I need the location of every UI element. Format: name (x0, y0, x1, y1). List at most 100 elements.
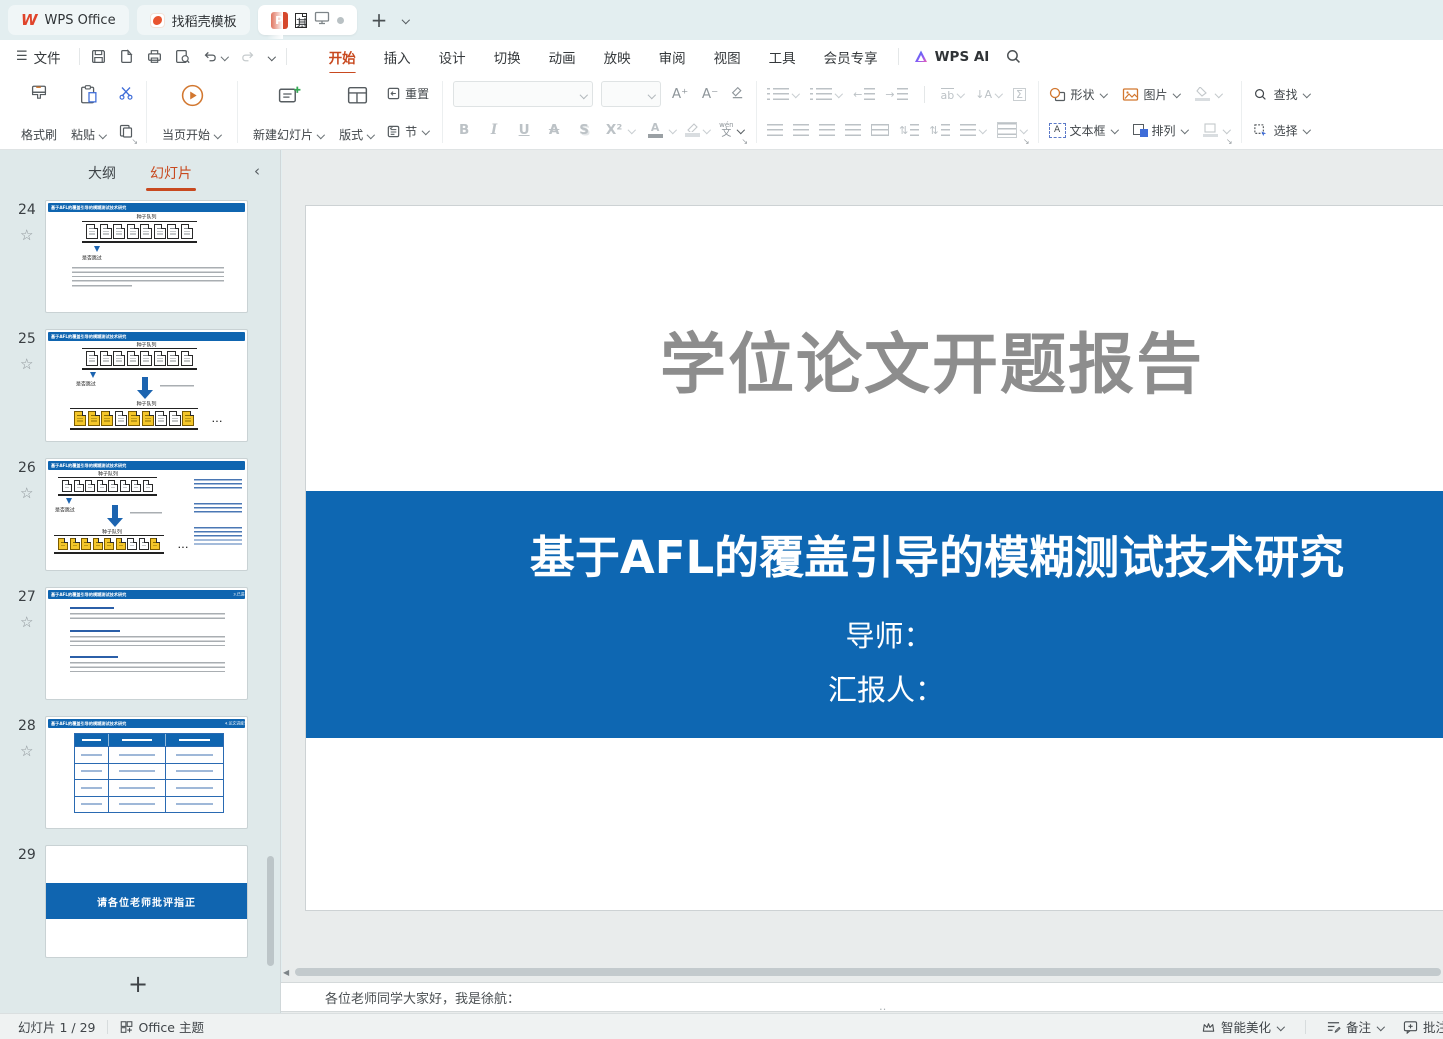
new-slide-button[interactable]: 新建幻灯片 (248, 78, 330, 146)
increase-indent-button[interactable]: → (885, 88, 907, 100)
notes-resize-handle[interactable]: ‥ (879, 1000, 886, 1013)
menu-insert[interactable]: 插入 (383, 39, 412, 75)
menu-tools[interactable]: 工具 (768, 39, 797, 75)
superscript-button[interactable]: X² (603, 122, 636, 138)
menu-home[interactable]: 开始 (328, 39, 357, 75)
tab-current-document[interactable]: P 基于AFL的覆盖引导模糊测试优 (258, 5, 357, 35)
tab-slides[interactable]: 幻灯片 (148, 158, 194, 188)
menu-animation[interactable]: 动画 (548, 39, 577, 75)
grow-font-button[interactable]: A⁺ (669, 86, 691, 102)
slide-thumbnail-28[interactable]: 基于AFL的覆盖引导的模糊测试技术研究4.论文进度安排 (45, 716, 248, 829)
insert-symbol-button[interactable]: Σ (1013, 88, 1026, 101)
format-painter-button[interactable]: 格式刷 (16, 78, 62, 146)
export-pdf-button[interactable] (118, 48, 135, 65)
layout-button[interactable]: 版式 (334, 78, 380, 146)
print-preview-button[interactable] (174, 48, 191, 65)
text-shadow-button[interactable]: S (573, 122, 595, 138)
clipboard-dialog-launcher[interactable]: ↘ (131, 138, 138, 146)
presenter-textbox[interactable]: 汇报人： (306, 667, 1443, 709)
shape-fill-button[interactable] (1195, 83, 1223, 105)
section-button[interactable]: 节 (386, 120, 430, 142)
align-center-button[interactable] (793, 124, 809, 136)
comments-button[interactable]: 批注 (1403, 1017, 1443, 1036)
scroll-left-arrow-icon[interactable]: ◀ (283, 968, 289, 977)
drawing-dialog-launcher[interactable]: ↘ (1226, 138, 1233, 146)
select-button[interactable]: 选择 (1252, 119, 1311, 141)
tab-wps-home[interactable]: W WPS Office (8, 5, 129, 35)
horizontal-scrollbar-thumb[interactable] (295, 968, 1441, 976)
slide-thumbnail-24[interactable]: 基于AFL的覆盖引导的模糊测试技术研究2.研究内容、目标、创新点 种子队列 是否… (45, 200, 248, 313)
phonetic-guide-button[interactable]: wén文 (719, 122, 744, 139)
present-monitor-icon[interactable] (314, 11, 330, 29)
tab-docer-templates[interactable]: 找稻壳模板 (137, 5, 250, 35)
shrink-font-button[interactable]: A⁻ (699, 86, 721, 102)
redo-button[interactable] (240, 49, 256, 64)
undo-button[interactable] (202, 49, 229, 64)
font-size-select[interactable] (601, 81, 661, 107)
justify-button[interactable] (845, 124, 861, 136)
reset-button[interactable]: 重置 (386, 82, 430, 104)
font-color-button[interactable]: A (644, 122, 677, 138)
slide-thumbnail-25[interactable]: 基于AFL的覆盖引导的模糊测试技术研究2.研究内容、目标、创新点 种子队列 是否… (45, 329, 248, 442)
slide-thumbnail-29[interactable]: 请各位老师批评指正 (45, 845, 248, 958)
collapse-panel-button[interactable]: ‹ (254, 162, 260, 180)
align-left-button[interactable] (767, 124, 783, 136)
search-button[interactable] (1005, 48, 1022, 65)
file-menu-button[interactable]: ☰ 文件 (0, 47, 73, 67)
shapes-button[interactable]: 形状 (1049, 83, 1108, 105)
distribute-button[interactable] (871, 124, 889, 136)
menu-slideshow[interactable]: 放映 (603, 39, 632, 75)
bullet-list-button[interactable] (767, 88, 800, 100)
vertical-text-button[interactable]: ↓A (975, 89, 1003, 100)
slide-blue-band[interactable]: 基于AFL的覆盖引导的模糊测试技术研究 导师： 汇报人： (306, 491, 1443, 738)
strikethrough-button[interactable]: A (543, 122, 565, 138)
clear-format-button[interactable] (729, 85, 746, 104)
qat-customize-chevron-icon[interactable] (267, 52, 276, 61)
slide-thumbnail-27[interactable]: 基于AFL的覆盖引导的模糊测试技术研究3.已进行的研究工作 (45, 587, 248, 700)
decrease-indent-button[interactable]: ← (853, 88, 875, 100)
slide-thumbnail-26[interactable]: 基于AFL的覆盖引导的模糊测试技术研究2.研究内容、目标、创新点 种子队列 是否… (45, 458, 248, 571)
highlight-color-button[interactable] (685, 123, 711, 137)
save-button[interactable] (90, 48, 107, 65)
raise-paragraph-button[interactable]: ⇅ (899, 124, 919, 136)
paste-button[interactable]: 粘贴 (66, 78, 112, 146)
menu-review[interactable]: 审阅 (658, 39, 687, 75)
theme-button[interactable]: Office 主题 (119, 1017, 204, 1036)
lower-paragraph-button[interactable]: ⇅ (929, 124, 949, 136)
menu-membership[interactable]: 会员专享 (823, 39, 879, 75)
text-direction-button[interactable]: ab (941, 88, 966, 101)
bold-button[interactable]: B (453, 122, 475, 138)
tab-outline[interactable]: 大纲 (86, 158, 118, 188)
underline-button[interactable]: U (513, 122, 535, 138)
font-dialog-launcher[interactable]: ↘ (741, 138, 748, 146)
add-slide-button[interactable]: + (128, 972, 148, 996)
notes-toggle-button[interactable]: 备注 (1326, 1017, 1385, 1036)
menu-view[interactable]: 视图 (713, 39, 742, 75)
sidebar-scrollbar-thumb[interactable] (267, 856, 274, 966)
advisor-textbox[interactable]: 导师： (306, 613, 1443, 655)
cut-button[interactable] (118, 82, 134, 104)
paragraph-dialog-launcher[interactable]: ↘ (1023, 138, 1030, 146)
smart-beautify-button[interactable]: 智能美化 (1201, 1017, 1285, 1036)
font-family-select[interactable] (453, 81, 593, 107)
slide-subtitle-textbox[interactable]: 基于AFL的覆盖引导的模糊测试技术研究 (306, 531, 1443, 585)
menu-design[interactable]: 设计 (438, 39, 467, 75)
italic-button[interactable]: I (483, 122, 505, 138)
tab-list-chevron-icon[interactable] (401, 16, 410, 25)
align-right-button[interactable] (819, 124, 835, 136)
vertical-align-button[interactable] (997, 122, 1028, 138)
speaker-notes-panel[interactable]: 各位老师同学大家好，我是徐航： ‥ (281, 982, 1443, 1012)
menu-transitions[interactable]: 切换 (493, 39, 522, 75)
horizontal-scrollbar[interactable]: ◀ (283, 966, 1441, 978)
wps-ai-button[interactable]: WPS AI (913, 49, 990, 65)
line-spacing-button[interactable] (960, 124, 987, 136)
print-button[interactable] (146, 48, 163, 65)
picture-button[interactable]: 图片 (1122, 83, 1181, 105)
find-button[interactable]: 查找 (1252, 83, 1311, 105)
new-tab-button[interactable]: + (365, 10, 394, 30)
numbered-list-button[interactable] (810, 88, 843, 100)
play-from-page-button[interactable]: 当页开始 (157, 78, 227, 146)
slide-title-textbox[interactable]: 学位论文开题报告 (306, 332, 1443, 398)
textbox-button[interactable]: A文本框 (1049, 119, 1119, 141)
arrange-button[interactable]: 排列 (1133, 119, 1189, 141)
